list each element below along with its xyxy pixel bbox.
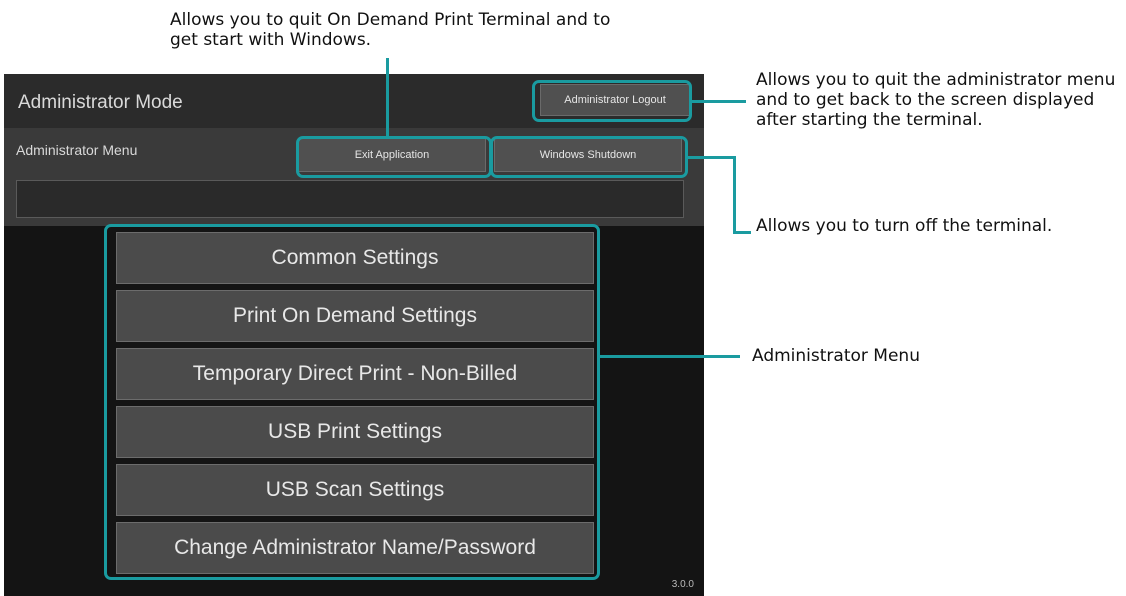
connector-shutdown-v: [733, 156, 736, 234]
connector-shutdown-h2: [733, 231, 751, 234]
outline-logout: [532, 80, 692, 122]
page-title: Administrator Mode: [18, 92, 183, 113]
connector-logout-h1: [692, 100, 746, 103]
outline-menu: [104, 224, 600, 580]
callout-shutdown: Allows you to turn off the terminal.: [756, 216, 1053, 236]
callout-exit: Allows you to quit On Demand Print Termi…: [170, 10, 611, 50]
version-label: 3.0.0: [671, 579, 694, 590]
outline-shutdown: [490, 136, 688, 178]
connector-menu: [600, 355, 740, 358]
message-field: [16, 180, 684, 218]
callout-logout: Allows you to quit the administrator men…: [756, 70, 1116, 130]
callout-menu: Administrator Menu: [752, 346, 920, 366]
connector-exit: [386, 58, 389, 138]
connector-shutdown-h1: [688, 156, 734, 159]
submenu-label: Administrator Menu: [16, 142, 138, 158]
outline-exit: [296, 136, 492, 178]
